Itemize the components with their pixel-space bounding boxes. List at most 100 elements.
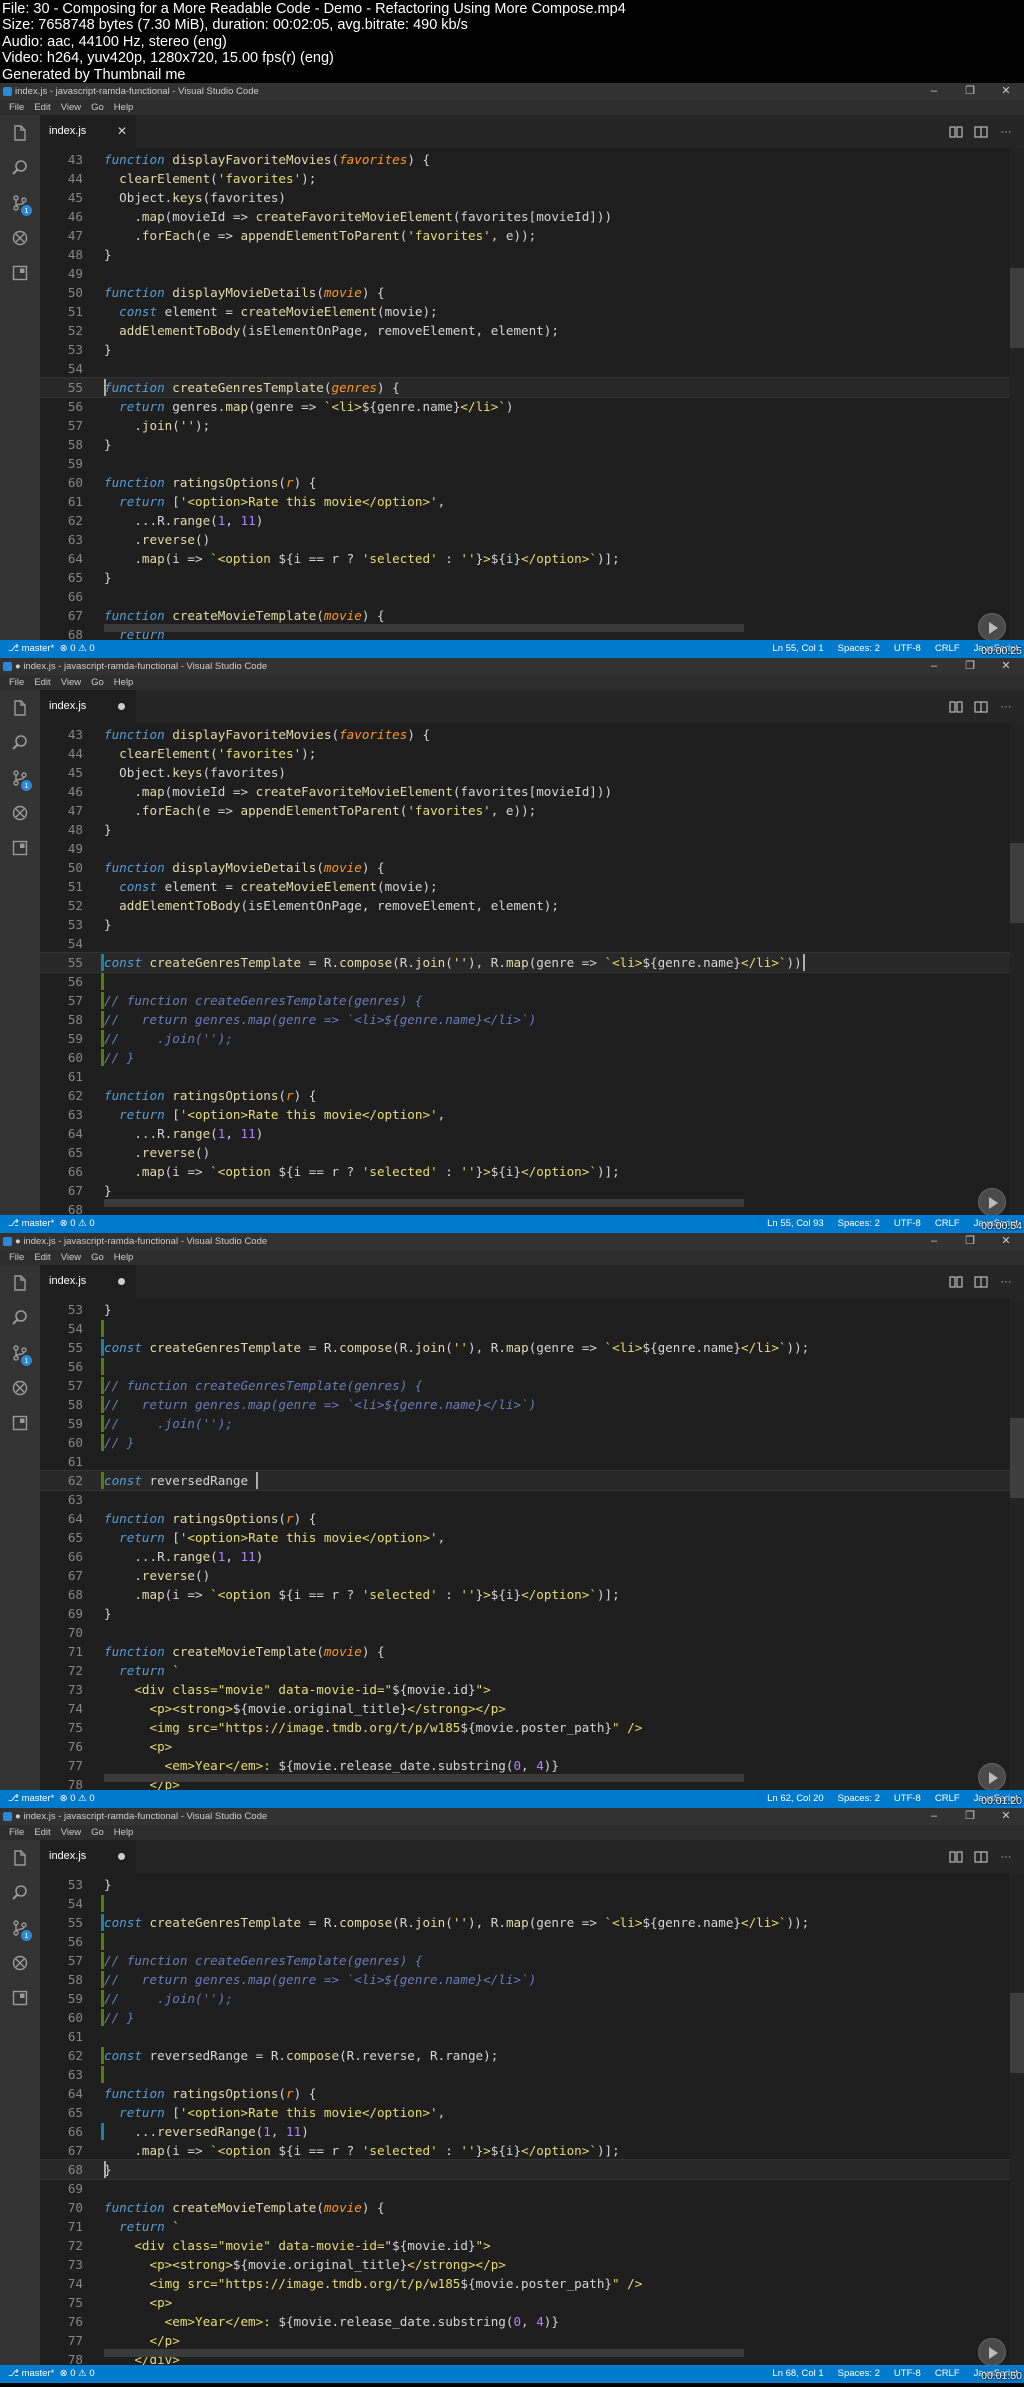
code-line[interactable]: 61 return ['<option>Rate this movie</opt… [40,492,1010,511]
code-line[interactable]: 58 // return genres.map(genre => `<li>${g… [40,1010,1010,1029]
more-actions-icon[interactable]: ··· [998,1849,1014,1865]
unsaved-dot-icon[interactable] [118,1278,125,1285]
code-line[interactable]: 62 function ratingsOptions(r) { [40,1086,1010,1105]
menu-view[interactable]: View [56,675,86,690]
files-icon[interactable] [0,119,40,147]
git-icon[interactable]: 1 [0,1914,40,1942]
code-line[interactable]: 60 function ratingsOptions(r) { [40,473,1010,492]
status-eol[interactable]: CRLF [935,1790,960,1808]
scrollbar-thumb[interactable] [1010,1993,1024,2073]
error-icon[interactable]: ⊗ [54,2368,70,2379]
debug-icon[interactable] [0,1949,40,1977]
code-line[interactable]: 53} [40,1875,1010,1894]
code-line[interactable]: 51 const element = createMovieElement(mo… [40,302,1010,321]
code-line[interactable]: 46 .map(movieId => createFavoriteMovieEl… [40,207,1010,226]
status-eol[interactable]: CRLF [935,640,960,658]
code-line[interactable]: 71 function createMovieTemplate(movie) { [40,1642,1010,1661]
error-icon[interactable]: ⊗ [54,1793,70,1804]
menu-file[interactable]: File [4,100,29,115]
gutter-added-marker[interactable] [101,1933,104,1950]
vertical-scrollbar[interactable] [1010,1873,1024,2365]
code-line[interactable]: 60 // } [40,1433,1010,1452]
status-encoding[interactable]: UTF-8 [894,2365,921,2383]
menu-edit[interactable]: Edit [29,1825,55,1840]
horizontal-scrollbar[interactable] [104,2349,744,2357]
vertical-scrollbar[interactable] [1010,723,1024,1215]
code-line[interactable]: 52 addElementToBody(isElementOnPage, rem… [40,896,1010,915]
code-line[interactable]: 57 // function createGenresTemplate(genre… [40,991,1010,1010]
menu-view[interactable]: View [56,1250,86,1265]
warning-count[interactable]: 0 [89,1793,94,1804]
menu-file[interactable]: File [4,1250,29,1265]
code-line[interactable]: 52 addElementToBody(isElementOnPage, rem… [40,321,1010,340]
status-position[interactable]: Ln 68, Col 1 [772,2365,823,2383]
code-line[interactable]: 61 [40,1452,1010,1471]
code-line[interactable]: 63 [40,2065,1010,2084]
code-line[interactable]: 56 [40,1357,1010,1376]
restore-button[interactable]: ❐ [952,1233,988,1250]
code-line[interactable]: 63 [40,1490,1010,1509]
extensions-icon[interactable] [0,834,40,862]
search-icon[interactable] [0,154,40,182]
code-line[interactable]: 44 clearElement('favorites'); [40,744,1010,763]
code-line[interactable]: 43 function displayFavoriteMovies(favorit… [40,150,1010,169]
code-line[interactable]: 54 [40,1894,1010,1913]
extensions-icon[interactable] [0,1409,40,1437]
code-line[interactable]: 55 const createGenresTemplate = R.compose… [40,1338,1010,1357]
status-position[interactable]: Ln 62, Col 20 [767,1790,824,1808]
code-line[interactable]: 53} [40,1300,1010,1319]
code-line[interactable]: 59 [40,454,1010,473]
search-icon[interactable] [0,1304,40,1332]
code-editor[interactable]: 53} 54 55 const createGenresTemplate = R.co… [40,1298,1024,1790]
gutter-added-marker[interactable] [101,1320,104,1337]
menu-go[interactable]: Go [86,675,109,690]
code-line[interactable]: 45 Object.keys(favorites) [40,188,1010,207]
code-line[interactable]: 60 // } [40,1048,1010,1067]
status-spaces[interactable]: Spaces: 2 [838,1790,880,1808]
warning-icon[interactable]: ⚠ [76,1218,90,1229]
code-line[interactable]: 77 <em>Year</em>: ${movie.release_date.s… [40,1756,1010,1775]
menu-go[interactable]: Go [86,100,109,115]
open-changes-icon[interactable] [948,1274,964,1290]
tab-index-js[interactable]: index.js [40,690,136,723]
code-line[interactable]: 50 function displayMovieDetails(movie) { [40,858,1010,877]
close-window-button[interactable]: ✕ [988,658,1024,675]
tab-index-js[interactable]: index.js ✕ [40,115,136,148]
code-line[interactable]: 65 return ['<option>Rate this movie</opt… [40,1528,1010,1547]
status-spaces[interactable]: Spaces: 2 [838,640,880,658]
code-line[interactable]: 74 <img src="https://image.tmdb.org/t/p/… [40,2274,1010,2293]
code-line[interactable]: 66 ...reversedRange(1, 11) [40,2122,1010,2141]
status-eol[interactable]: CRLF [935,2365,960,2383]
open-changes-icon[interactable] [948,124,964,140]
code-line[interactable]: 49 [40,839,1010,858]
menu-help[interactable]: Help [109,1825,139,1840]
more-actions-icon[interactable]: ··· [998,1274,1014,1290]
unsaved-dot-icon[interactable] [118,1853,125,1860]
code-line[interactable]: 66 [40,587,1010,606]
code-line[interactable]: 74 <p><strong>${movie.original_title}</s… [40,1699,1010,1718]
warning-count[interactable]: 0 [89,1218,94,1229]
warning-icon[interactable]: ⚠ [76,1793,90,1804]
branch-icon[interactable]: ⎇ [8,1218,22,1229]
close-window-button[interactable]: ✕ [988,83,1024,100]
code-line[interactable]: 73 <div class="movie" data-movie-id="${m… [40,1680,1010,1699]
code-line[interactable]: 76 <p> [40,1737,1010,1756]
code-line[interactable]: 66 .map(i => `<option ${i == r ? 'select… [40,1162,1010,1181]
split-editor-icon[interactable] [973,1849,989,1865]
branch-icon[interactable]: ⎇ [8,2368,22,2379]
horizontal-scrollbar[interactable] [104,1199,744,1207]
code-line[interactable]: 64 ...R.range(1, 11) [40,1124,1010,1143]
menu-help[interactable]: Help [109,100,139,115]
code-line[interactable]: 75 <img src="https://image.tmdb.org/t/p/… [40,1718,1010,1737]
menu-file[interactable]: File [4,1825,29,1840]
code-line[interactable]: 58 // return genres.map(genre => `<li>${g… [40,1970,1010,1989]
branch-name[interactable]: master* [22,1218,55,1229]
files-icon[interactable] [0,694,40,722]
code-line[interactable]: 58 // return genres.map(genre => `<li>${g… [40,1395,1010,1414]
code-line[interactable]: 77 </p> [40,2331,1010,2350]
code-line[interactable]: 48} [40,245,1010,264]
code-line[interactable]: 63 .reverse() [40,530,1010,549]
status-eol[interactable]: CRLF [935,1215,960,1233]
code-line[interactable]: 69 [40,2179,1010,2198]
code-line[interactable]: 49 [40,264,1010,283]
